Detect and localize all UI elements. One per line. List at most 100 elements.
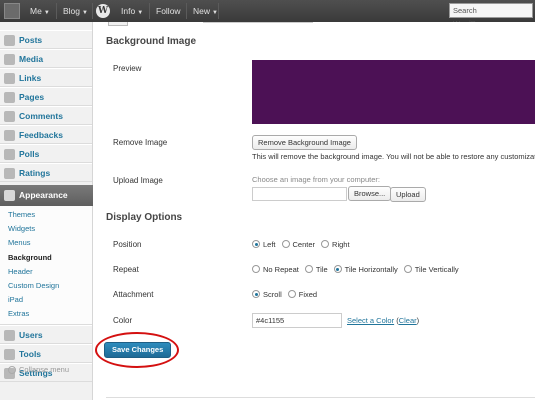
- follow-link[interactable]: Follow: [156, 0, 181, 22]
- radio-button[interactable]: [321, 240, 330, 248]
- submenu-item-menus[interactable]: Menus: [0, 236, 92, 250]
- submenu-item-ipad[interactable]: iPad: [0, 293, 92, 307]
- wordpress-logo-icon[interactable]: W: [96, 4, 110, 18]
- sidebar-item-polls[interactable]: Polls: [0, 144, 92, 163]
- color-field[interactable]: #4c1155: [252, 313, 342, 328]
- divider: [218, 3, 219, 19]
- repeat-options: No Repeat Tile Tile Horizontally Tile Verti…: [252, 265, 465, 274]
- browse-button[interactable]: Browse...: [348, 186, 392, 201]
- sidebar-item-feedbacks[interactable]: Feedbacks: [0, 125, 92, 144]
- attachment-options: Scroll Fixed: [252, 290, 323, 299]
- radio-button[interactable]: [403, 265, 412, 273]
- tools-icon: [4, 348, 15, 360]
- repeat-option-tile-horizontally[interactable]: Tile Horizontally: [333, 265, 398, 274]
- sidebar-item-users[interactable]: Users: [0, 324, 92, 344]
- blog-label: Blog: [63, 6, 81, 16]
- display-options-heading: Display Options: [106, 212, 183, 223]
- radio-button[interactable]: [281, 240, 290, 248]
- collapse-label: Collapse menu: [19, 364, 70, 374]
- submenu-item-header[interactable]: Header: [0, 265, 92, 279]
- option-label: Right: [332, 240, 350, 249]
- file-input[interactable]: [252, 187, 347, 201]
- select-color-link[interactable]: Select a Color: [347, 316, 394, 325]
- option-label: Left: [263, 240, 276, 249]
- info-menu[interactable]: Info ▼: [121, 0, 143, 22]
- divider: [149, 3, 150, 19]
- ratings-icon: [4, 168, 15, 179]
- radio-button[interactable]: [287, 290, 296, 298]
- background-image-heading: Background Image: [106, 36, 197, 47]
- sidebar-item-posts[interactable]: Posts: [0, 30, 92, 49]
- new-menu[interactable]: New ▼: [193, 0, 218, 22]
- radio-button[interactable]: [304, 265, 313, 273]
- radio-button[interactable]: [333, 265, 342, 273]
- me-label: Me: [30, 6, 42, 16]
- submenu-item-widgets[interactable]: Widgets: [0, 222, 92, 236]
- sidebar-item-media[interactable]: Media: [0, 49, 92, 68]
- blog-menu[interactable]: Blog ▼: [63, 0, 88, 22]
- links-icon: [4, 73, 15, 84]
- sidebar-item-label: Appearance: [19, 190, 68, 200]
- option-label: Scroll: [263, 290, 282, 299]
- option-label: Center: [292, 240, 316, 249]
- submenu-item-themes[interactable]: Themes: [0, 208, 92, 222]
- caret-down-icon: ▼: [137, 10, 144, 16]
- remove-background-button[interactable]: Remove Background Image: [252, 135, 357, 150]
- appearance-icon: [4, 190, 15, 201]
- pushpin-icon: [4, 35, 15, 46]
- upload-button[interactable]: Upload: [390, 187, 426, 202]
- upload-image-label: Upload Image: [113, 176, 163, 185]
- position-label: Position: [113, 240, 142, 249]
- sidebar-item-label: Posts: [19, 35, 43, 45]
- divider: [186, 3, 187, 19]
- sidebar-item-label: Feedbacks: [19, 130, 63, 140]
- position-option-left[interactable]: Left: [252, 240, 276, 249]
- sidebar-item-label: Comments: [19, 111, 63, 121]
- attachment-option-scroll[interactable]: Scroll: [252, 290, 282, 299]
- color-links: Select a Color (Clear): [347, 316, 420, 325]
- submenu-item-background[interactable]: Background: [0, 251, 92, 265]
- sidebar-item-links[interactable]: Links: [0, 68, 92, 87]
- collapse-menu[interactable]: Collapse menu: [8, 365, 69, 374]
- divider: [203, 22, 313, 23]
- attachment-label: Attachment: [113, 290, 154, 299]
- sidebar-item-comments[interactable]: Comments: [0, 106, 92, 125]
- repeat-option-no-repeat[interactable]: No Repeat: [252, 265, 299, 274]
- search-input[interactable]: Search WordPress.com: [449, 3, 533, 28]
- radio-button[interactable]: [252, 290, 260, 298]
- submenu-item-custom-design[interactable]: Custom Design: [0, 279, 92, 293]
- pages-icon: [4, 92, 15, 103]
- sidebar-item-label: Pages: [19, 92, 45, 102]
- admin-sidebar: Posts Media Links Pages Comments Feedbacks Pol…: [0, 22, 99, 400]
- menu-top-group: Posts Media Links Pages Comments Feedbacks Pol…: [0, 30, 92, 182]
- sidebar-item-pages[interactable]: Pages: [0, 87, 92, 106]
- repeat-option-tile[interactable]: Tile: [304, 265, 328, 274]
- position-option-right[interactable]: Right: [321, 240, 350, 249]
- polls-icon: [4, 149, 15, 160]
- me-menu[interactable]: Me ▼: [30, 0, 50, 22]
- feedbacks-icon: [4, 130, 15, 141]
- sidebar-item-label: Tools: [19, 348, 42, 359]
- clear-color-link[interactable]: Clear: [399, 316, 417, 325]
- sidebar-item-ratings[interactable]: Ratings: [0, 163, 92, 182]
- position-options: Left Center Right: [252, 240, 356, 249]
- attachment-option-fixed[interactable]: Fixed: [287, 290, 317, 299]
- divider: [106, 397, 535, 398]
- color-label: Color: [113, 316, 133, 325]
- sidebar-item-label: Polls: [19, 149, 40, 159]
- radio-button[interactable]: [252, 240, 260, 248]
- sidebar-item-appearance[interactable]: Appearance: [0, 185, 99, 206]
- info-label: Info: [121, 6, 136, 16]
- save-changes-button[interactable]: Save Changes: [104, 342, 172, 358]
- divider: [56, 3, 57, 19]
- sidebar-item-tools[interactable]: Tools: [0, 343, 92, 363]
- media-icon: [4, 54, 15, 65]
- comments-icon: [4, 111, 15, 122]
- position-option-center[interactable]: Center: [281, 240, 316, 249]
- site-logo-icon[interactable]: [4, 3, 20, 19]
- radio-button[interactable]: [252, 265, 260, 273]
- repeat-option-tile-vertically[interactable]: Tile Vertically: [403, 265, 459, 274]
- submenu-item-extras[interactable]: Extras: [0, 307, 92, 321]
- caret-down-icon: ▼: [82, 10, 88, 16]
